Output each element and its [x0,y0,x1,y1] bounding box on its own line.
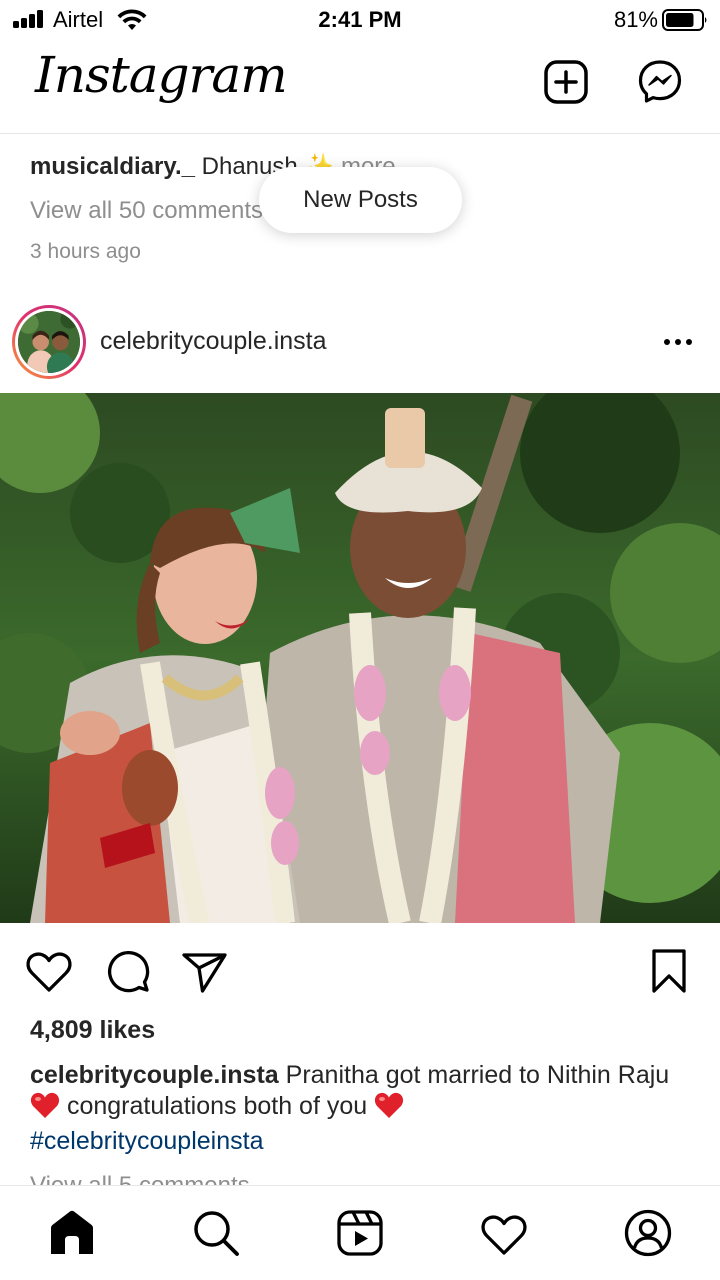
messenger-icon[interactable] [636,58,684,106]
caption-text-part1: Pranitha got married to Nithin Raju [285,1061,670,1089]
home-icon[interactable] [47,1208,97,1258]
battery-percentage: 81% [613,7,658,32]
avatar[interactable] [12,305,86,379]
post-actions [0,942,720,998]
avatar-photo [18,311,80,373]
red-heart-emoji-icon [375,1092,404,1118]
view-all-comments-link[interactable]: View all 5 comments [30,1170,250,1186]
previous-post-view-comments[interactable]: View all 50 comments [30,197,263,225]
plus-square-icon[interactable] [542,58,590,106]
profile-icon[interactable] [623,1208,673,1258]
like-heart-icon[interactable] [24,946,74,996]
bottom-tab-bar [0,1185,720,1280]
caption-text-part2: congratulations both of you [66,1092,368,1120]
share-icon[interactable] [180,946,230,996]
reels-icon[interactable] [335,1208,385,1258]
hashtag-link[interactable]: #celebritycoupleinsta [30,1126,700,1157]
new-posts-button[interactable]: New Posts [259,167,462,233]
like-count[interactable]: 4,809 likes [30,1016,155,1045]
previous-post-username[interactable]: musicaldiary._ [30,153,195,180]
caption-username[interactable]: celebritycouple.insta [30,1061,279,1089]
post-header: celebritycouple.insta [0,300,720,384]
previous-post-timestamp: 3 hours ago [30,240,141,263]
clock: 2:41 PM [318,7,402,32]
post-caption: celebritycouple.insta Pranitha got marri… [30,1060,700,1157]
red-heart-emoji-icon [30,1092,60,1118]
battery-icon [662,9,707,31]
post-username[interactable]: celebritycouple.insta [100,327,327,356]
heart-icon[interactable] [479,1208,529,1258]
comment-icon[interactable] [103,946,153,996]
post-photo[interactable] [0,393,720,923]
status-bar: Airtel 2:41 PM 81% [0,0,720,40]
app-header: Instagram [0,40,720,134]
instagram-logo[interactable]: Instagram [35,46,288,104]
search-icon[interactable] [191,1208,241,1258]
more-options-icon[interactable] [660,330,696,354]
bookmark-icon[interactable] [644,946,694,996]
